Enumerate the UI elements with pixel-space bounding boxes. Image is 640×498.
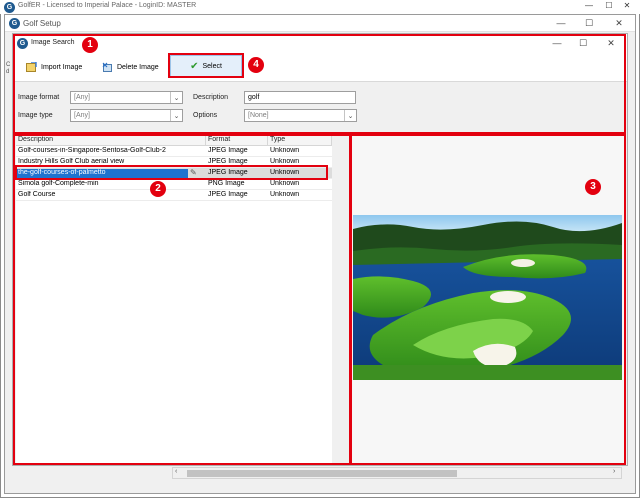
scroll-right-icon[interactable]: › — [613, 468, 615, 475]
callout-badge-3: 3 — [585, 179, 601, 195]
clipped-label: d — [6, 69, 10, 75]
callout-badge-4: 4 — [248, 57, 264, 73]
horizontal-scrollbar[interactable]: ‹ › — [172, 467, 622, 479]
minimize-icon[interactable]: — — [582, 1, 596, 10]
scroll-left-icon[interactable]: ‹ — [175, 468, 177, 475]
outer-title-bar: G GolfER - Licensed to Imperial Palace -… — [0, 0, 640, 14]
setup-window-title: Golf Setup — [23, 19, 61, 28]
callout-badge-1: 1 — [82, 37, 98, 53]
maximize-icon[interactable]: ☐ — [602, 1, 616, 10]
callout-box-selected-row — [15, 165, 328, 180]
callout-badge-2: 2 — [150, 181, 166, 197]
close-icon[interactable]: ✕ — [620, 1, 634, 10]
maximize-icon[interactable]: ☐ — [581, 18, 597, 29]
clipped-label: C — [6, 62, 11, 68]
close-icon[interactable]: ✕ — [611, 18, 627, 29]
callout-box-grid — [13, 134, 351, 465]
outer-window-title: GolfER - Licensed to Imperial Palace - L… — [18, 2, 197, 9]
setup-title-bar: G Golf Setup — ☐ ✕ — [5, 15, 635, 32]
minimize-icon[interactable]: — — [553, 18, 569, 28]
golf-app-icon: G — [9, 18, 20, 29]
callout-box-select-button — [168, 53, 244, 78]
callout-box-toolbar-filters — [13, 34, 626, 134]
scroll-thumb[interactable] — [187, 470, 457, 477]
golf-app-icon: G — [4, 2, 15, 13]
